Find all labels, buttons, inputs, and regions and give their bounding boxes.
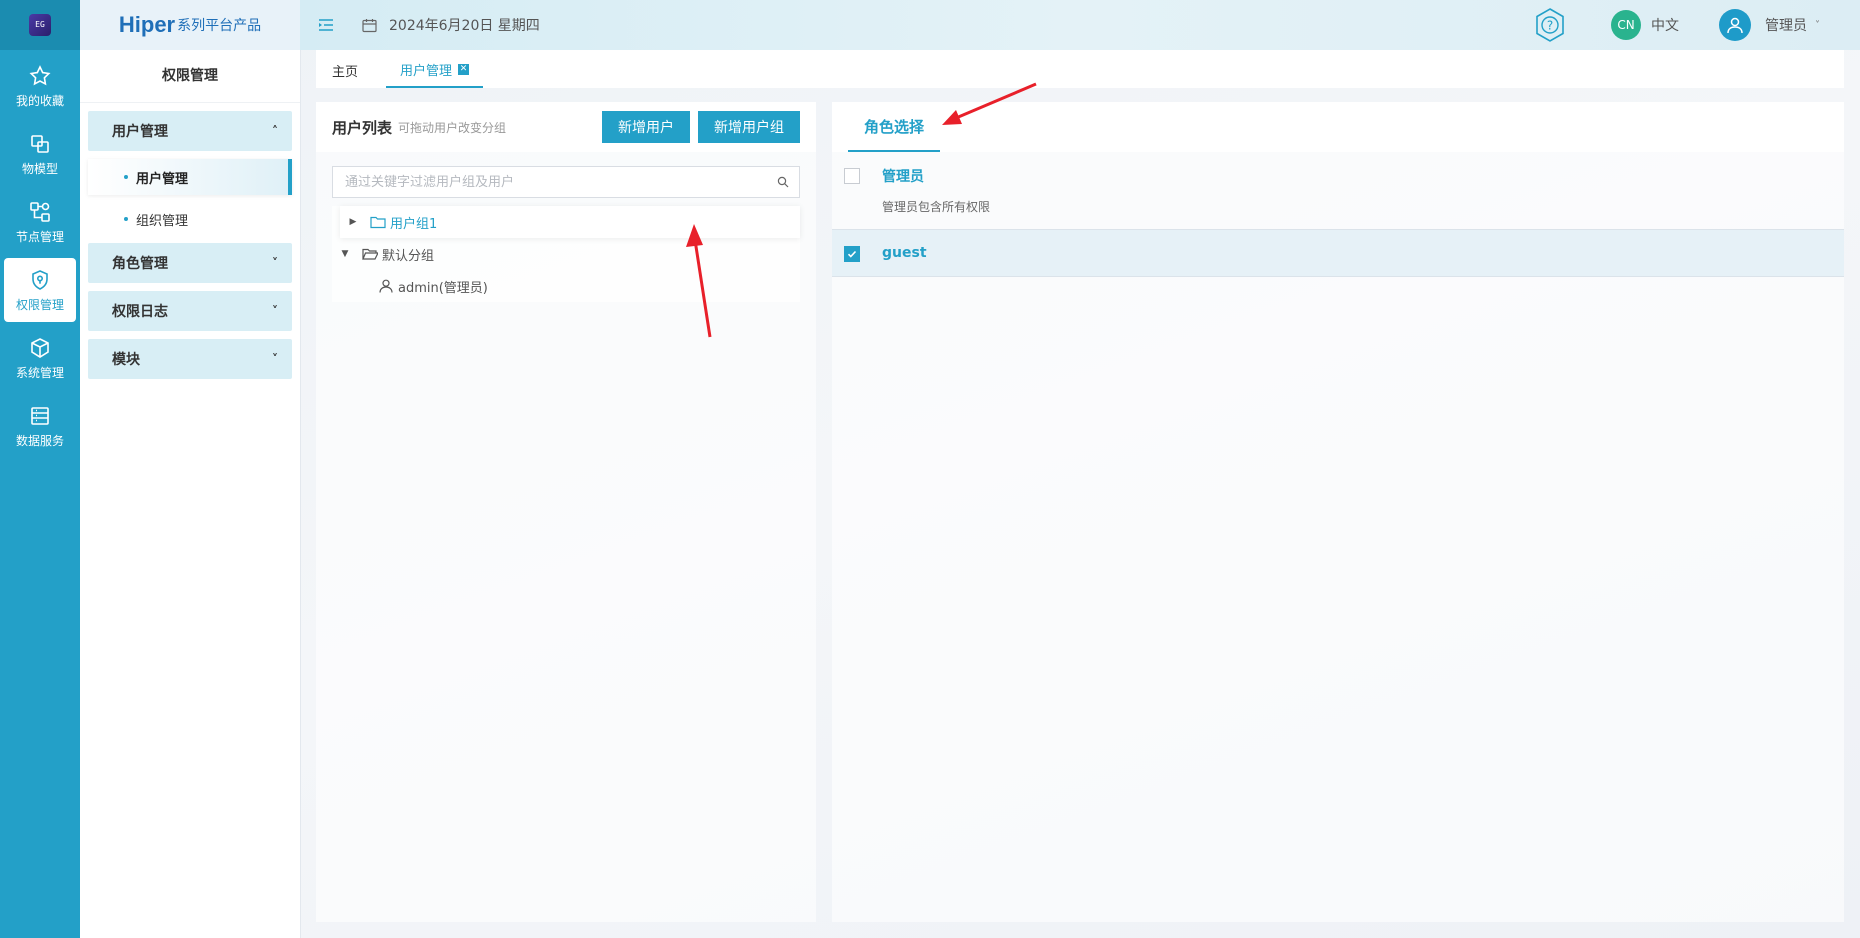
rail-item-label: 系统管理 (15, 365, 64, 380)
rail-item-label: 节点管理 (15, 229, 64, 244)
tree-node-label: 用户组1 (390, 216, 438, 232)
search-input[interactable] (343, 173, 777, 191)
rail-item-model[interactable]: 物模型 (4, 122, 76, 186)
sidebar-menu: 用户管理 ˄ 用户管理 组织管理 角色管理 ˅ 权限日志 ˅ 模块 ˅ (80, 103, 300, 395)
user-list-panel: 用户列表 可拖动用户改变分组 新增用户 新增用户组 ▶ 用户组1 ▼ 默认分组 (316, 102, 816, 922)
role-panel: 角色选择 管理员 管理员包含所有权限 guest (832, 102, 1844, 922)
user-icon (1727, 17, 1743, 34)
menu-group-module[interactable]: 模块 ˅ (88, 339, 292, 379)
current-date: 2024年6月20日 星期四 (389, 18, 540, 34)
database-icon (31, 406, 49, 425)
tree-node-label: admin(管理员) (398, 280, 488, 296)
brand-sub: 系列平台产品 (177, 17, 262, 33)
help-icon[interactable]: ? (1533, 7, 1567, 43)
rail-item-permissions[interactable]: 权限管理 (4, 258, 76, 322)
rail-item-nodes[interactable]: 节点管理 (4, 190, 76, 254)
rail-item-system[interactable]: 系统管理 (4, 326, 76, 390)
role-checkbox[interactable] (844, 168, 860, 184)
star-icon (29, 64, 51, 85)
tree-node-user-group-1[interactable]: ▶ 用户组1 (340, 206, 800, 238)
caret-down-icon[interactable]: ▼ (338, 249, 352, 259)
menu-group-label: 权限日志 (112, 304, 168, 320)
menu-group-user-management[interactable]: 用户管理 ˄ (88, 111, 292, 151)
shield-icon (32, 269, 48, 290)
rail-item-label: 数据服务 (15, 433, 64, 448)
add-user-button[interactable]: 新增用户 (602, 111, 690, 143)
bullet-icon (124, 217, 128, 221)
chevron-down-icon: ˅ (272, 352, 278, 366)
folder-open-icon (362, 248, 378, 260)
calendar-icon (362, 18, 377, 32)
tree-node-label: 默认分组 (382, 248, 435, 264)
user-icon (379, 279, 393, 293)
panel-title: 用户列表 (332, 118, 393, 137)
close-icon[interactable]: ✕ (458, 63, 470, 75)
tab-home[interactable]: 主页 (332, 52, 358, 88)
user-list-header: 用户列表 可拖动用户改变分组 新增用户 新增用户组 (316, 102, 816, 152)
sidebar-item-label: 用户管理 (136, 171, 189, 187)
user-name[interactable]: 管理员 (1765, 15, 1807, 35)
caret-right-icon[interactable]: ▶ (346, 217, 360, 227)
sidebar: Hiper 系列平台产品 权限管理 用户管理 ˄ 用户管理 组织管理 角色管理 … (80, 0, 301, 938)
tree-node-default-group[interactable]: ▼ 默认分组 (332, 238, 800, 270)
app-logo[interactable]: EG (0, 0, 80, 50)
sidebar-item-user-management[interactable]: 用户管理 (88, 159, 292, 195)
chevron-down-icon: ˅ (272, 256, 278, 270)
role-name: guest (882, 245, 927, 261)
svg-text:?: ? (1547, 19, 1553, 33)
cube-icon (31, 337, 49, 358)
tab-label: 主页 (332, 64, 359, 80)
tab-role-select[interactable]: 角色选择 (848, 102, 941, 152)
folder-icon (370, 216, 386, 229)
menu-toggle-icon[interactable] (318, 18, 334, 32)
user-tree: ▶ 用户组1 ▼ 默认分组 admin(管理员) (332, 206, 800, 302)
role-row-guest[interactable]: guest (832, 230, 1844, 277)
role-panel-header: 角色选择 (832, 102, 1844, 152)
sidebar-title: 权限管理 (80, 50, 300, 103)
role-description: 管理员包含所有权限 (882, 200, 991, 214)
sidebar-item-label: 组织管理 (136, 213, 189, 229)
brand-name: Hiper (118, 12, 176, 37)
role-row-admin[interactable]: 管理员 管理员包含所有权限 (832, 152, 1844, 230)
panel-hint: 可拖动用户改变分组 (398, 120, 507, 135)
role-checkbox[interactable] (844, 246, 860, 262)
language-badge[interactable]: CN (1611, 10, 1641, 40)
node-icon (30, 201, 50, 222)
menu-group-role-management[interactable]: 角色管理 ˅ (88, 243, 292, 283)
menu-group-permission-log[interactable]: 权限日志 ˅ (88, 291, 292, 331)
menu-group-label: 用户管理 (112, 124, 168, 140)
tab-user-management[interactable]: 用户管理 ✕ (386, 52, 484, 88)
tab-strip: 主页 用户管理 ✕ (316, 50, 1844, 88)
rail-item-label: 我的收藏 (15, 93, 64, 108)
logo-icon: EG (29, 14, 51, 36)
rail-item-data[interactable]: 数据服务 (4, 394, 76, 458)
search-icon[interactable] (777, 176, 789, 188)
rail-item-favorites[interactable]: 我的收藏 (4, 54, 76, 118)
chevron-down-icon[interactable]: ˅ (1815, 20, 1820, 31)
add-user-group-button[interactable]: 新增用户组 (698, 111, 800, 143)
rail-item-label: 物模型 (21, 161, 58, 176)
search-box (332, 166, 800, 198)
bullet-icon (124, 175, 128, 179)
chevron-down-icon: ˅ (272, 304, 278, 318)
rail-item-label: 权限管理 (15, 297, 64, 312)
icon-rail: EG 我的收藏 物模型 节点管理 权限管理 系统管理 数据服务 (0, 0, 80, 938)
sidebar-item-org-management[interactable]: 组织管理 (88, 201, 292, 237)
brand-logo: Hiper 系列平台产品 (80, 0, 300, 50)
role-name: 管理员 (882, 169, 924, 185)
tab-label: 用户管理 (400, 63, 453, 79)
menu-group-label: 角色管理 (112, 256, 168, 272)
chevron-up-icon: ˄ (272, 124, 278, 138)
language-label[interactable]: 中文 (1651, 15, 1679, 35)
menu-group-label: 模块 (112, 352, 140, 368)
model-icon (31, 134, 49, 153)
tree-node-admin[interactable]: admin(管理员) (332, 270, 800, 302)
check-icon (847, 250, 857, 258)
user-avatar[interactable] (1719, 9, 1751, 41)
top-header: 2024年6月20日 星期四 ? CN 中文 管理员 ˅ (300, 0, 1860, 50)
